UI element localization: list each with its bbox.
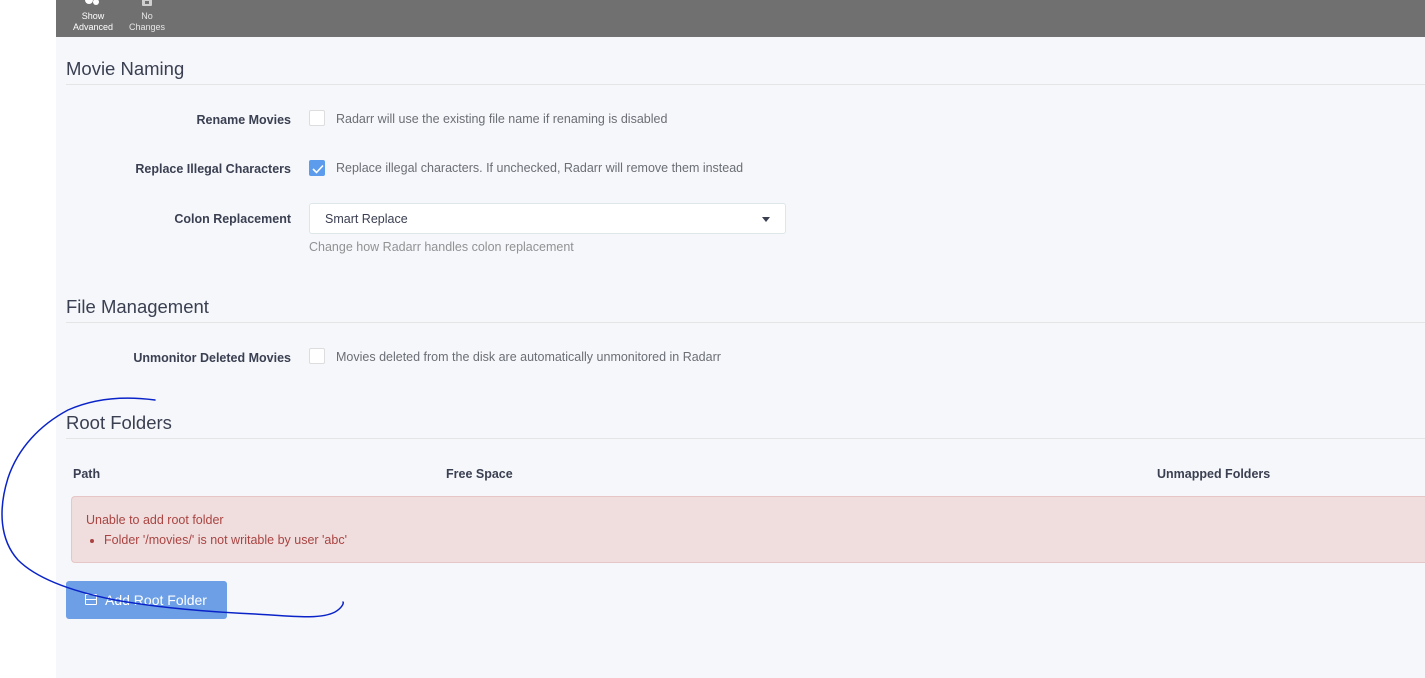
column-header-path: Path — [73, 467, 101, 481]
folder-icon — [85, 594, 97, 605]
column-header-unmapped-folders: Unmapped Folders — [1157, 467, 1271, 481]
no-changes-button[interactable]: No Changes — [119, 0, 175, 37]
unmonitor-deleted-checkbox[interactable] — [309, 348, 325, 364]
section-divider — [66, 438, 1425, 439]
no-changes-line2: Changes — [128, 22, 166, 32]
colon-replacement-value: Smart Replace — [325, 212, 408, 226]
section-divider — [66, 84, 1425, 85]
colon-replacement-help: Change how Radarr handles colon replacem… — [309, 240, 574, 254]
column-header-free-space: Free Space — [446, 467, 513, 481]
page-toolbar: Show Advanced No Changes — [56, 0, 1425, 37]
add-root-folder-button[interactable]: Add Root Folder — [66, 581, 227, 619]
gear-icon — [82, 0, 104, 9]
colon-replacement-label: Colon Replacement — [174, 212, 291, 226]
movie-naming-title: Movie Naming — [66, 58, 185, 79]
show-advanced-button[interactable]: Show Advanced — [65, 0, 121, 37]
unmonitor-deleted-label: Unmonitor Deleted Movies — [133, 351, 291, 365]
colon-replacement-select[interactable]: Smart Replace — [309, 203, 786, 234]
error-message: Unable to add root folder — [86, 513, 224, 527]
bullet — [90, 539, 94, 543]
no-changes-line1: No — [141, 11, 153, 21]
error-item: Folder '/movies/' is not writable by use… — [104, 533, 347, 547]
rename-movies-label: Rename Movies — [196, 113, 291, 127]
root-folders-title: Root Folders — [66, 412, 172, 433]
add-root-folder-label: Add Root Folder — [105, 592, 207, 608]
checkmark-icon — [312, 164, 324, 174]
replace-illegal-checkbox[interactable] — [309, 160, 325, 176]
show-advanced-line2: Advanced — [72, 22, 114, 32]
section-divider — [66, 322, 1425, 323]
unmonitor-deleted-help: Movies deleted from the disk are automat… — [336, 350, 721, 364]
rename-movies-checkbox[interactable] — [309, 110, 325, 126]
file-management-title: File Management — [66, 296, 209, 317]
settings-page: Show Advanced No Changes Movie Naming Re… — [56, 0, 1425, 678]
save-icon — [141, 0, 153, 9]
root-folder-error-alert: Unable to add root folder Folder '/movie… — [71, 496, 1425, 563]
replace-illegal-help: Replace illegal characters. If unchecked… — [336, 161, 744, 175]
caret-down-icon — [762, 217, 770, 222]
replace-illegal-label: Replace Illegal Characters — [135, 162, 291, 176]
show-advanced-line1: Show — [81, 11, 105, 21]
rename-movies-help: Radarr will use the existing file name i… — [336, 112, 668, 126]
